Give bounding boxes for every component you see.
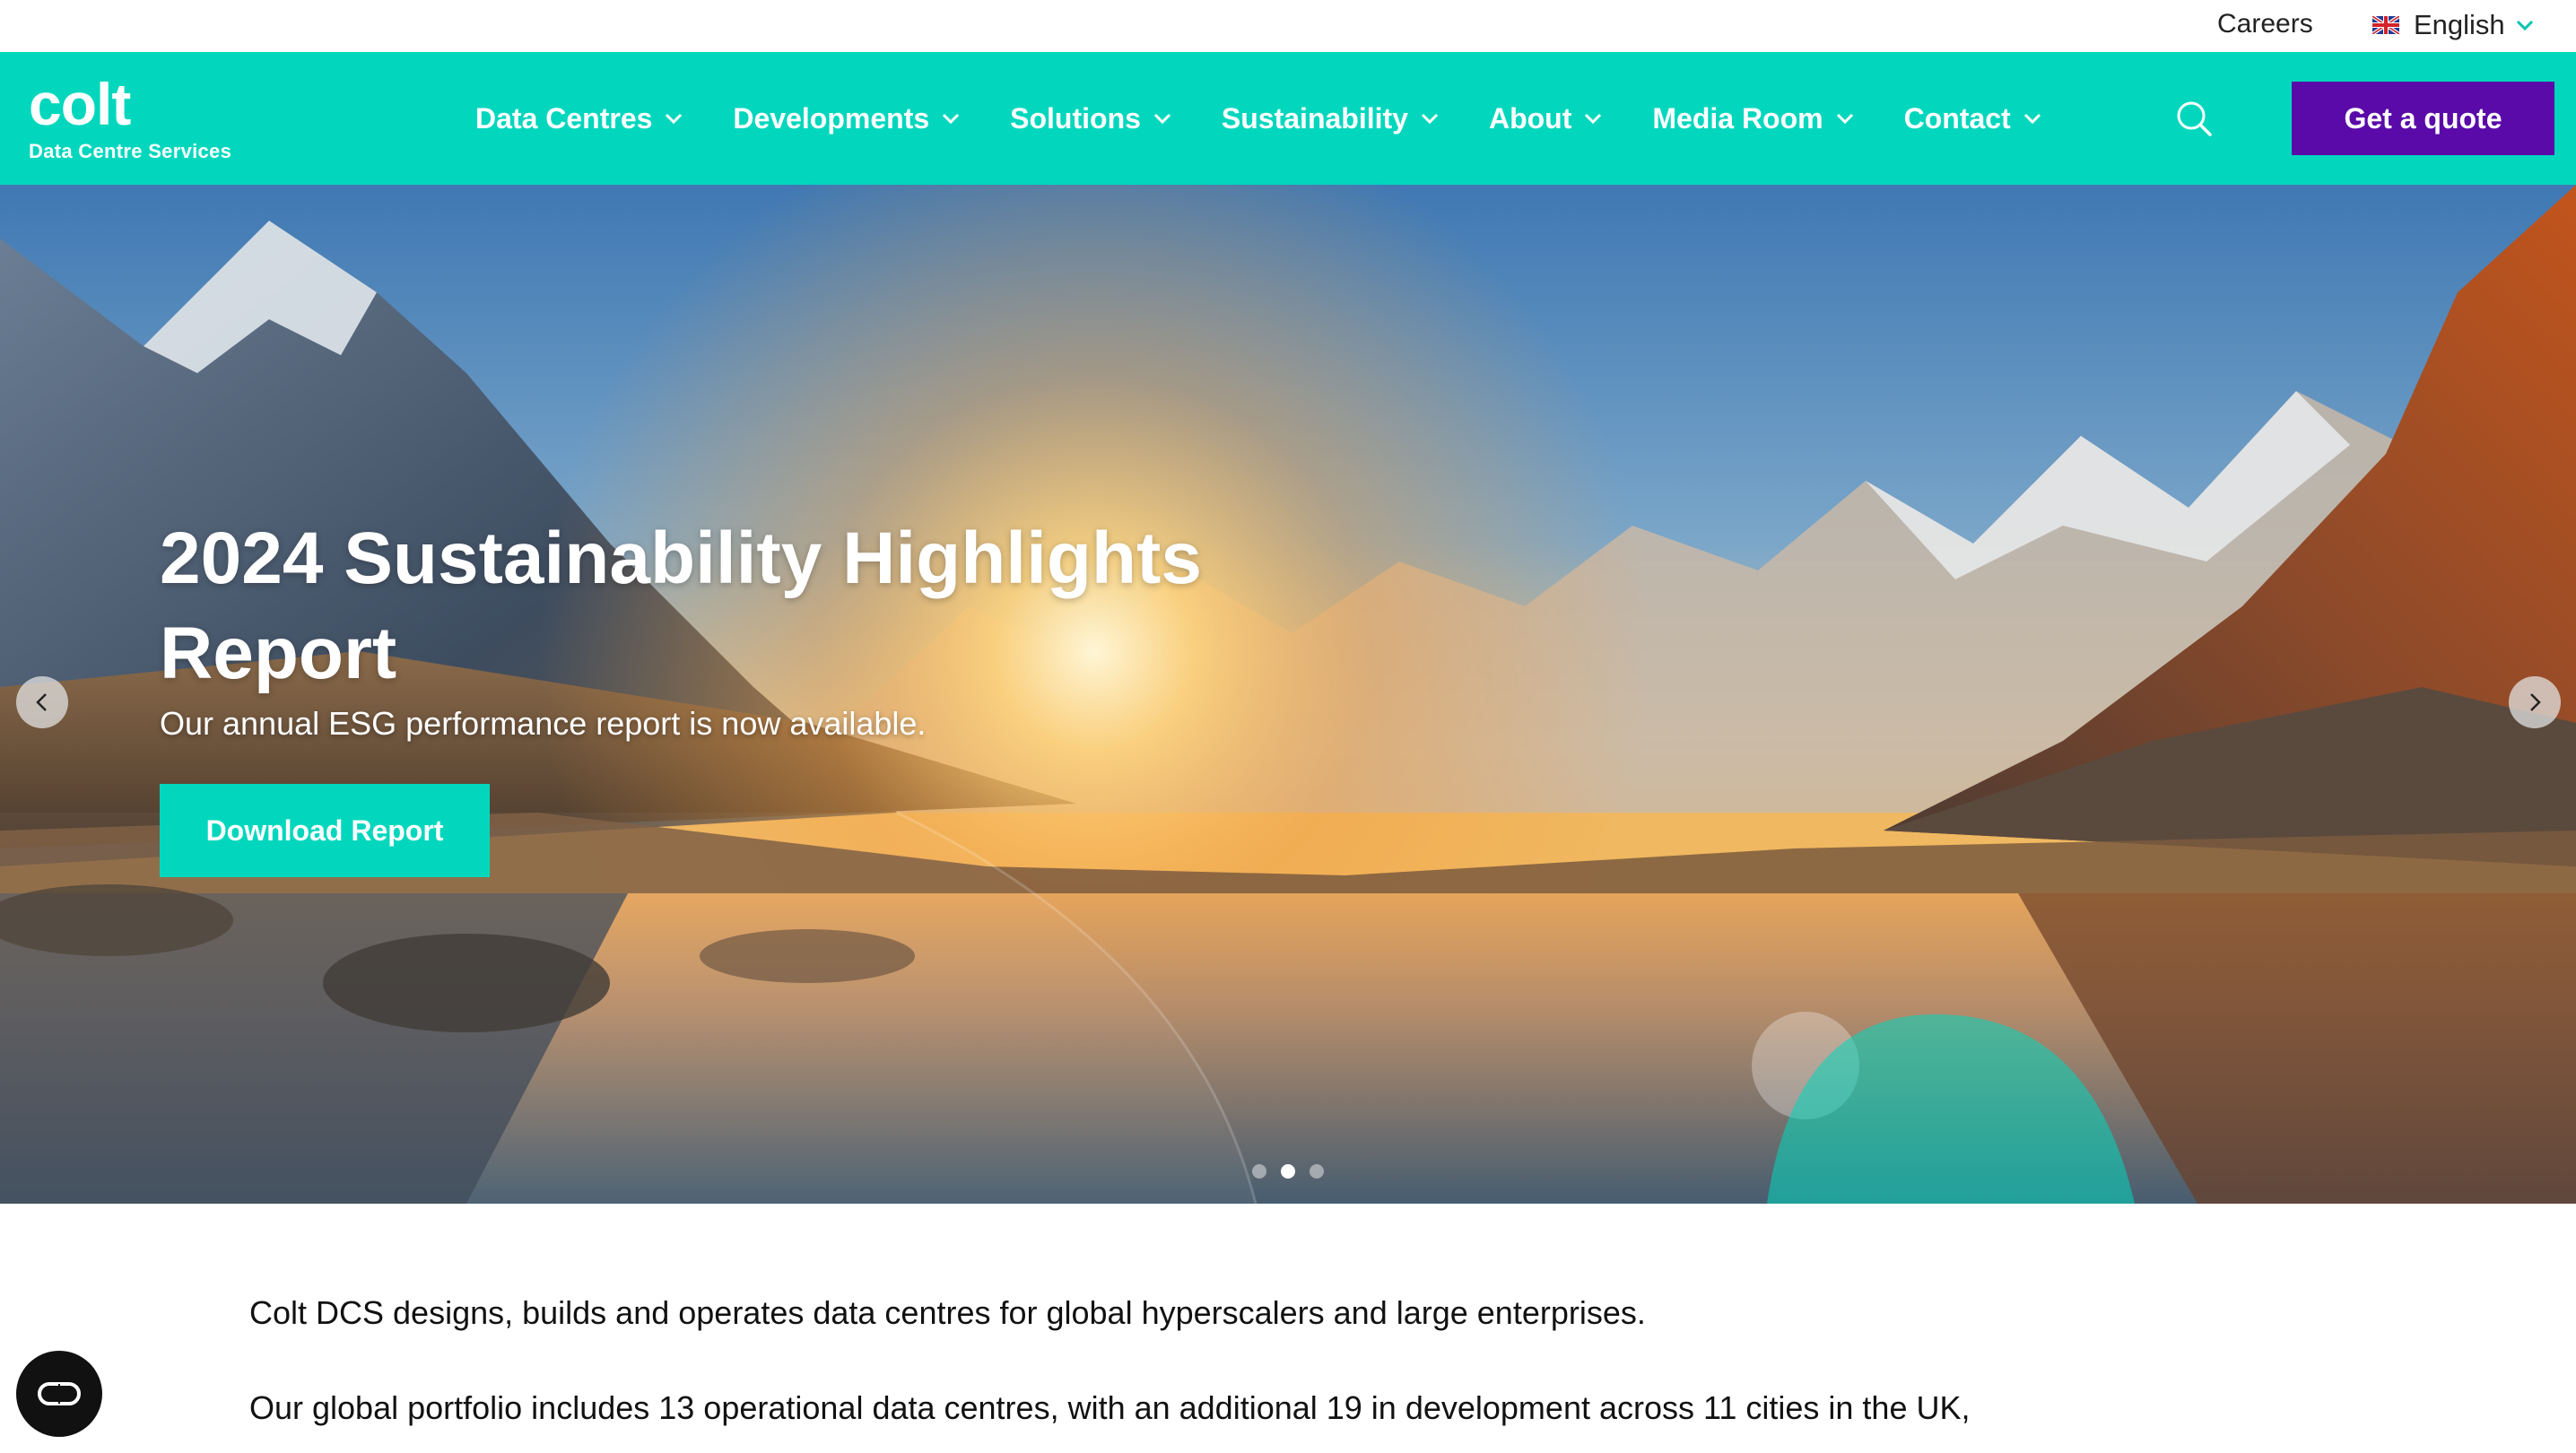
nav-item-label: Developments xyxy=(733,101,930,135)
carousel-dot[interactable] xyxy=(1281,1164,1295,1179)
nav-item-sustainability[interactable]: Sustainability xyxy=(1222,102,1440,135)
chevron-down-icon xyxy=(1836,113,1853,125)
chevron-right-icon xyxy=(2530,693,2541,711)
main-nav: colt Data Centre Services Data Centres D… xyxy=(0,52,2576,185)
nav-item-solutions[interactable]: Solutions xyxy=(1010,102,1173,135)
accessibility-icon xyxy=(38,1382,81,1405)
carousel-next-button[interactable] xyxy=(2509,676,2561,728)
carousel-pagination xyxy=(1252,1164,1338,1179)
chevron-down-icon xyxy=(1585,113,1602,125)
download-report-button[interactable]: Download Report xyxy=(160,784,490,877)
nav-item-data-centres[interactable]: Data Centres xyxy=(475,102,684,135)
nav-item-developments[interactable]: Developments xyxy=(733,102,962,135)
carousel-prev-button[interactable] xyxy=(16,676,68,728)
brand-logo[interactable]: colt Data Centre Services xyxy=(29,71,232,163)
careers-link[interactable]: Careers xyxy=(2217,9,2313,39)
hero-carousel: 2024 Sustainability Highlights Report Ou… xyxy=(0,185,2576,1204)
nav-item-label: Solutions xyxy=(1010,101,1141,135)
chevron-left-icon xyxy=(36,693,47,711)
language-selector[interactable]: English xyxy=(2372,7,2536,43)
chevron-down-icon xyxy=(666,113,683,125)
logo-wordmark: colt xyxy=(29,71,131,137)
accessibility-button[interactable] xyxy=(16,1351,102,1437)
nav-item-label: Media Room xyxy=(1652,101,1823,135)
carousel-dot[interactable] xyxy=(1252,1164,1266,1179)
intro-section: Colt DCS designs, builds and operates da… xyxy=(249,1292,2402,1430)
chevron-down-icon xyxy=(1421,113,1439,125)
intro-paragraph: Our global portfolio includes 13 operati… xyxy=(249,1389,1971,1426)
search-icon[interactable] xyxy=(2174,99,2214,138)
utility-bar: Careers English xyxy=(0,0,2576,52)
carousel-dot[interactable] xyxy=(1310,1164,1324,1179)
get-a-quote-button[interactable]: Get a quote xyxy=(2292,82,2554,155)
chevron-down-icon xyxy=(943,113,960,125)
language-label: English xyxy=(2414,9,2505,40)
nav-item-contact[interactable]: Contact xyxy=(1904,102,2043,135)
nav-item-media-room[interactable]: Media Room xyxy=(1652,102,1855,135)
nav-menu: Data Centres Developments Solutions Sust… xyxy=(475,52,2092,185)
chevron-down-icon xyxy=(2023,113,2041,125)
hero-title: 2024 Sustainability Highlights Report xyxy=(160,518,1202,694)
nav-item-label: Data Centres xyxy=(475,101,653,135)
nav-item-about[interactable]: About xyxy=(1489,102,1604,135)
chevron-down-icon xyxy=(2516,20,2533,31)
intro-paragraph: Colt DCS designs, builds and operates da… xyxy=(249,1294,1646,1331)
chevron-down-icon xyxy=(1153,113,1171,125)
uk-flag-icon xyxy=(2372,16,2399,34)
nav-item-label: About xyxy=(1488,101,1572,135)
hero-subtitle: Our annual ESG performance report is now… xyxy=(160,705,927,742)
nav-item-label: Contact xyxy=(1903,101,2011,135)
nav-item-label: Sustainability xyxy=(1221,101,1408,135)
logo-subtitle: Data Centre Services xyxy=(29,140,232,162)
